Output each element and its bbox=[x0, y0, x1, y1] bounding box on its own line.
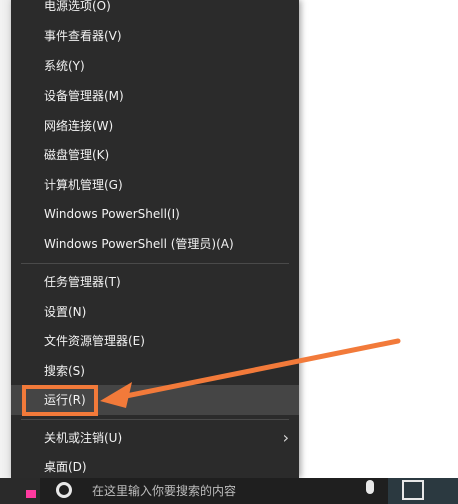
arrowhead-icon bbox=[100, 382, 132, 408]
start-button[interactable] bbox=[0, 478, 40, 504]
arrow-shaft bbox=[113, 338, 401, 401]
microphone-icon[interactable] bbox=[366, 480, 374, 494]
annotation-arrow bbox=[100, 338, 401, 408]
task-view-icon[interactable] bbox=[402, 480, 424, 500]
search-icon[interactable] bbox=[56, 482, 72, 498]
taskbar: 在这里输入你要搜索的内容 bbox=[0, 478, 458, 504]
taskbar-search-text[interactable]: 在这里输入你要搜索的内容 bbox=[92, 482, 236, 499]
windows-logo-icon bbox=[26, 490, 36, 498]
